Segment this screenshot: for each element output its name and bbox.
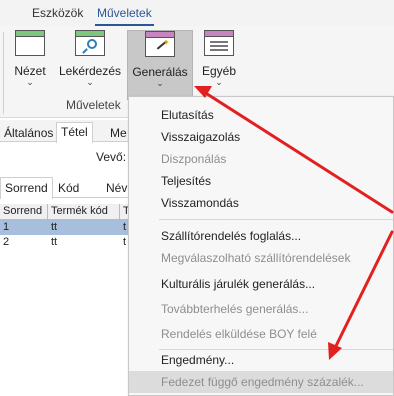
cell-sorrend: 1 — [3, 221, 10, 233]
group-label-muveletek: Műveletek — [66, 98, 121, 112]
cell-t: t — [123, 221, 127, 233]
generalas-dropdown-menu: Elutasítás Visszaigazolás Diszponálás Te… — [128, 96, 394, 396]
form-tab-bar: Általános Tétel Me — [0, 120, 131, 143]
group-separator — [3, 32, 4, 114]
menu-item-visszamondas[interactable]: Visszamondás — [129, 192, 393, 214]
query-magnifier-icon — [75, 30, 105, 56]
grid-sort-tabs: Sorrend Kód Név — [0, 176, 131, 199]
generate-wand-icon: ✦ — [145, 31, 175, 57]
view-window-icon — [15, 30, 45, 56]
menu-item-diszponalas: Diszponálás — [161, 152, 227, 166]
menu-item-tovabbterheles-generalas: Továbbterhelés generálás... — [161, 302, 309, 316]
ribbon-tab-bar: Eszközök Műveletek — [0, 0, 394, 26]
column-header-termek-kod[interactable]: Termék kód — [48, 204, 120, 219]
menu-item-kulturalis-jarulek-generalas[interactable]: Kulturális járulék generálás... — [129, 273, 393, 295]
table-row[interactable]: 1 tt t — [0, 220, 128, 235]
cell-termek-kod: tt — [51, 236, 58, 248]
column-header-t[interactable]: T — [120, 204, 128, 219]
chevron-down-icon: ⌄ — [215, 77, 223, 87]
menu-item-teljesites[interactable]: Teljesítés — [129, 170, 393, 192]
generalas-button[interactable]: ✦ Generálás ⌄ — [127, 30, 193, 100]
cell-sorrend: 2 — [3, 236, 10, 248]
tab-altalanos[interactable]: Általános — [0, 124, 57, 142]
cell-termek-kod: tt — [51, 221, 58, 233]
vevo-label: Vevő: — [96, 150, 127, 164]
other-list-icon — [204, 30, 234, 56]
menu-item-engedmeny[interactable]: Engedmény... — [129, 349, 393, 371]
chevron-down-icon: ⌄ — [156, 78, 164, 88]
chevron-down-icon: ⌄ — [86, 77, 94, 87]
tab-sorrend[interactable]: Sorrend — [0, 177, 53, 199]
menu-separator — [159, 219, 393, 220]
generalas-label: Generálás — [132, 65, 188, 79]
menu-item-rendeles-elkuldese-boy: Rendelés elküldése BOY felé — [161, 327, 317, 341]
nezet-button[interactable]: Nézet ⌄ — [8, 30, 52, 100]
menu-item-elutasitas[interactable]: Elutasítás — [129, 104, 393, 126]
items-grid: Sorrend Termék kód T 1 tt t 2 tt t — [0, 204, 128, 250]
grid-header: Sorrend Termék kód T — [0, 204, 128, 220]
egyeb-label: Egyéb — [201, 64, 237, 78]
column-header-sorrend[interactable]: Sorrend — [0, 204, 48, 219]
tab-nev[interactable]: Név — [102, 179, 131, 197]
lekerdezes-button[interactable]: Lekérdezés ⌄ — [58, 30, 122, 100]
egyeb-button[interactable]: Egyéb ⌄ — [198, 30, 240, 100]
tab-tetel[interactable]: Tétel — [56, 122, 93, 143]
tab-me[interactable]: Me — [106, 124, 131, 142]
nezet-label: Nézet — [14, 64, 46, 78]
tab-kod[interactable]: Kód — [54, 179, 83, 197]
tab-eszkozok[interactable]: Eszközök — [28, 6, 87, 20]
table-row[interactable]: 2 tt t — [0, 235, 128, 250]
chevron-down-icon: ⌄ — [26, 77, 34, 87]
form-panel: Általános Tétel Me Vevő: Sorrend Kód Név… — [0, 118, 128, 396]
menu-item-megvalaszolhato-szallitorendelesek: Megválaszolható szállítórendelések — [161, 251, 351, 265]
cell-t: t — [123, 236, 127, 248]
lekerdezes-label: Lekérdezés — [58, 64, 122, 78]
tab-muveletek[interactable]: Műveletek — [93, 6, 156, 26]
menu-item-visszaigazolas[interactable]: Visszaigazolás — [129, 126, 393, 148]
menu-item-szallitorendeles-foglalas[interactable]: Szállítórendelés foglalás... — [129, 225, 393, 247]
menu-item-fedezet-fuggo-engedmeny-szazalek: Fedezet függő engedmény százalék... — [129, 371, 393, 393]
